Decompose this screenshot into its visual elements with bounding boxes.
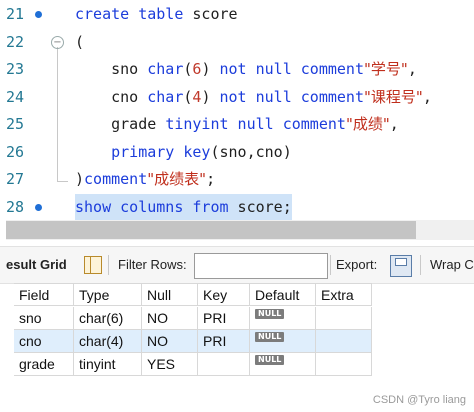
code-text: primary key(sno,cno): [111, 142, 292, 161]
code-text: show columns from score;: [75, 193, 292, 221]
code-text: grade tinyint null comment"成绩",: [75, 115, 399, 133]
code-line[interactable]: 22 −(: [0, 29, 474, 57]
column-header[interactable]: Key: [198, 283, 250, 306]
line-number: 25: [6, 115, 25, 133]
table-cell[interactable]: char(6): [74, 307, 142, 330]
column-header[interactable]: Default: [250, 283, 316, 306]
scrollbar-thumb[interactable]: [6, 221, 416, 239]
table-cell[interactable]: [198, 353, 250, 376]
table-cell[interactable]: sno: [14, 307, 74, 330]
line-number: 23: [6, 60, 25, 78]
line-number: 22: [6, 32, 25, 51]
table-cell[interactable]: tinyint: [74, 353, 142, 376]
statement-marker-icon: [35, 203, 42, 211]
code-line[interactable]: 24 cno char(4) not null comment"课程号",: [0, 84, 474, 112]
table-cell[interactable]: NULL: [250, 307, 316, 330]
code-line[interactable]: 25 grade tinyint null comment"成绩",: [0, 111, 474, 139]
table-cell[interactable]: [316, 353, 372, 376]
table-cell[interactable]: NO: [142, 330, 198, 353]
horizontal-scrollbar[interactable]: [6, 220, 474, 240]
toolbar-divider: [330, 255, 331, 275]
line-number: 26: [6, 142, 25, 161]
code-text: sno char(6) not null comment"学号",: [75, 60, 417, 78]
column-header[interactable]: Field: [14, 283, 74, 306]
toolbar-divider: [108, 255, 109, 275]
code-line[interactable]: 23 sno char(6) not null comment"学号",: [0, 56, 474, 84]
code-line[interactable]: 28 show columns from score;: [0, 193, 474, 221]
sql-editor[interactable]: 21 create table score 22 −(23 sno char(6) n…: [0, 0, 474, 221]
code-line[interactable]: 21 create table score: [0, 1, 474, 29]
line-number: 21: [6, 5, 25, 23]
null-badge: NULL: [255, 332, 285, 342]
export-label: Export:: [336, 257, 378, 272]
table-cell[interactable]: NULL: [250, 353, 316, 376]
null-badge: NULL: [255, 309, 285, 319]
table-cell[interactable]: [316, 330, 372, 353]
table-cell[interactable]: grade: [14, 353, 74, 376]
statement-marker-icon: [35, 11, 42, 18]
null-badge: NULL: [255, 355, 285, 365]
code-text: cno char(4) not null comment"课程号",: [75, 87, 432, 106]
line-number: 28: [6, 197, 25, 216]
result-grid-tab[interactable]: esult Grid: [6, 247, 67, 283]
table-cell[interactable]: NO: [142, 307, 198, 330]
code-line[interactable]: 26 primary key(sno,cno): [0, 139, 474, 167]
grid-view-icon[interactable]: [84, 256, 102, 274]
line-number: 27: [6, 170, 25, 188]
table-cell[interactable]: [316, 307, 372, 330]
result-toolbar: esult Grid Filter Rows: Export: Wrap C: [0, 246, 474, 284]
toolbar-divider: [420, 255, 421, 275]
table-cell[interactable]: cno: [14, 330, 74, 353]
filter-rows-label: Filter Rows:: [118, 257, 187, 272]
export-icon[interactable]: [390, 255, 412, 277]
wrap-cell-label[interactable]: Wrap C: [430, 247, 474, 283]
fold-toggle-icon[interactable]: −: [51, 35, 64, 49]
line-number: 24: [6, 87, 25, 106]
column-header[interactable]: Null: [142, 283, 198, 306]
table-cell[interactable]: YES: [142, 353, 198, 376]
code-text: create table score: [75, 5, 238, 23]
code-text: (: [75, 32, 85, 51]
code-line[interactable]: 27 )comment"成绩表";: [0, 166, 474, 194]
watermark: CSDN @Tyro liang: [372, 394, 466, 406]
table-cell[interactable]: PRI: [198, 330, 250, 353]
column-header[interactable]: Extra: [316, 283, 372, 306]
filter-rows-input[interactable]: [194, 253, 328, 279]
table-cell[interactable]: NULL: [250, 330, 316, 353]
column-header[interactable]: Type: [74, 283, 142, 306]
code-text: )comment"成绩表";: [75, 170, 216, 188]
table-cell[interactable]: char(4): [74, 330, 142, 353]
table-cell[interactable]: PRI: [198, 307, 250, 330]
